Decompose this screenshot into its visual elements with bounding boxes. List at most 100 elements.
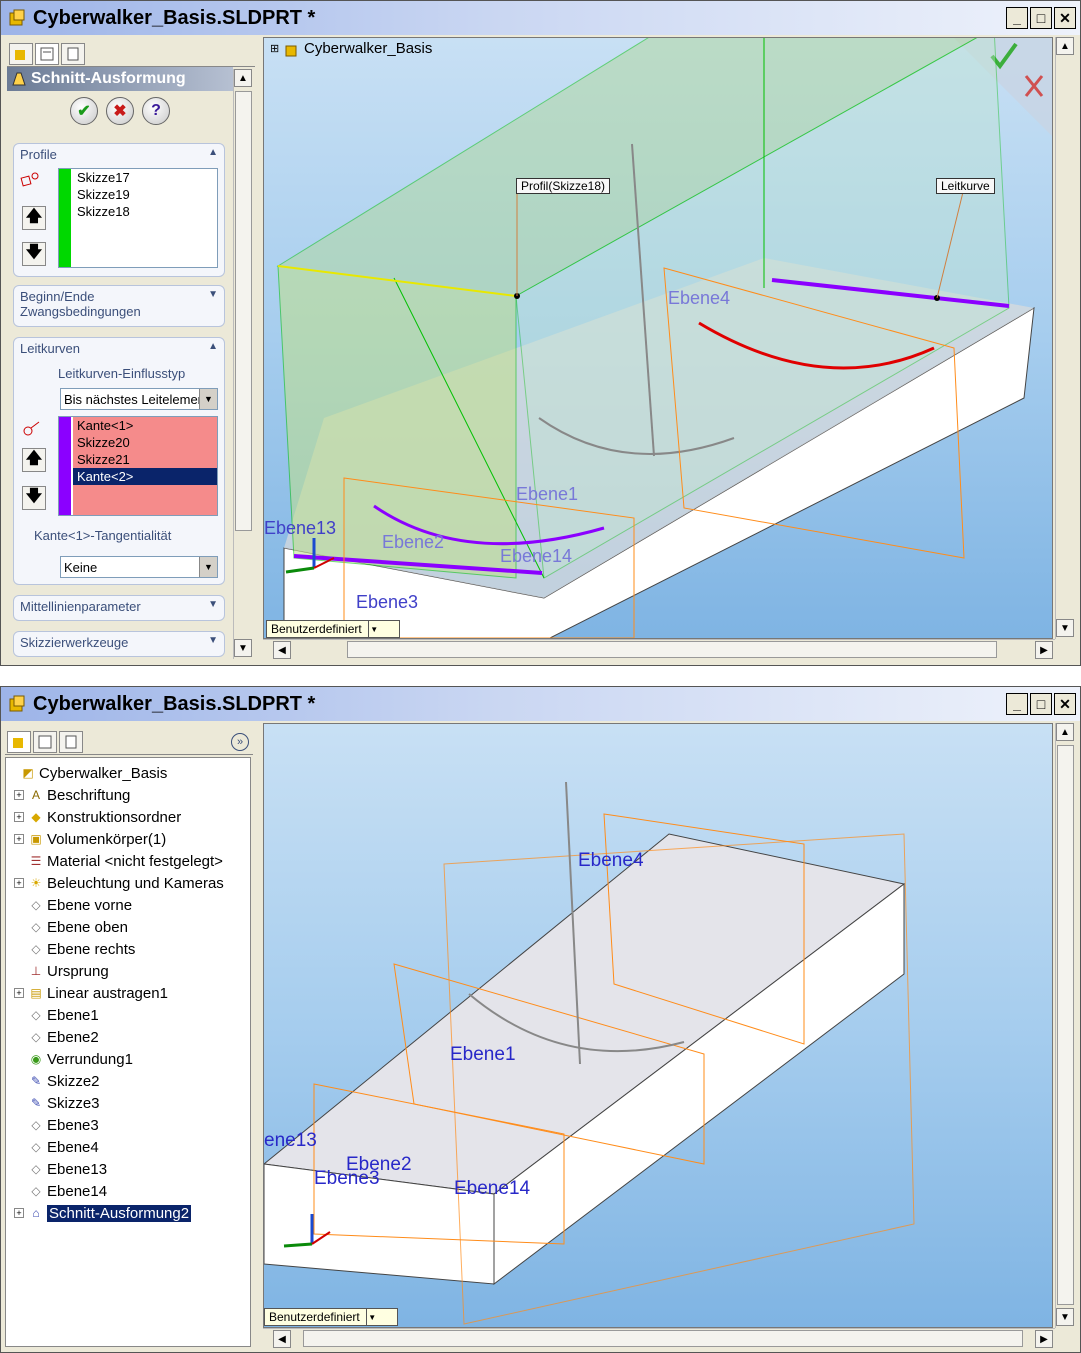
tree-root[interactable]: ◩ Cyberwalker_Basis — [6, 762, 167, 784]
viewport-vscroll[interactable]: ▲ ▼ — [1055, 723, 1075, 1328]
profile-callout[interactable]: Profil(Skizze18) — [516, 178, 611, 194]
move-down-button[interactable]: 🡇 — [22, 242, 46, 266]
scroll-up-button[interactable]: ▲ — [1056, 723, 1074, 741]
scroll-thumb[interactable] — [303, 1330, 1023, 1347]
ok-button[interactable]: ✔ — [70, 97, 98, 125]
list-item[interactable]: Skizze18 — [73, 203, 130, 220]
maximize-button[interactable]: □ — [1030, 693, 1052, 715]
guide-curves-header[interactable]: Leitkurven ▲ — [14, 338, 224, 359]
model-view[interactable] — [264, 724, 1053, 1328]
expander-icon[interactable]: ⊞ — [270, 42, 279, 55]
scroll-up-button[interactable]: ▲ — [234, 69, 252, 87]
expand-icon[interactable]: + — [14, 812, 24, 822]
viewport-hscroll[interactable]: ◀ ▶ — [263, 639, 1055, 659]
tree-item[interactable]: ◇ Ebene2 — [6, 1026, 98, 1048]
feature-manager-tab[interactable] — [9, 42, 33, 65]
configuration-manager-tab[interactable] — [59, 730, 83, 753]
panel-scrollbar[interactable]: ▲ ▼ — [233, 69, 253, 659]
expand-icon[interactable]: + — [14, 790, 24, 800]
view-orientation-select[interactable]: Benutzerdefiniert ▼ — [264, 1308, 398, 1326]
close-button[interactable]: ✕ — [1054, 7, 1076, 29]
tree-item[interactable]: ✎ Skizze3 — [6, 1092, 100, 1114]
scroll-thumb[interactable] — [347, 641, 997, 658]
scroll-up-button[interactable]: ▲ — [1056, 37, 1074, 55]
viewport-hscroll[interactable]: ◀ ▶ — [263, 1328, 1055, 1348]
tree-item[interactable]: ◇ Ebene14 — [6, 1180, 107, 1202]
tree-item[interactable]: + ☀ Beleuchtung und Kameras — [6, 872, 224, 894]
tree-item[interactable]: ◇ Ebene13 — [6, 1158, 107, 1180]
tree-item-label: Beleuchtung und Kameras — [47, 874, 224, 892]
expand-icon[interactable]: + — [14, 878, 24, 888]
scroll-left-button[interactable]: ◀ — [273, 1330, 291, 1348]
viewport-tree-root[interactable]: Cyberwalker_Basis — [304, 40, 432, 57]
scroll-right-button[interactable]: ▶ — [1035, 641, 1053, 659]
viewport-vscroll[interactable]: ▲ ▼ — [1055, 37, 1075, 639]
maximize-button[interactable]: □ — [1030, 7, 1052, 29]
tree-item[interactable]: ◉ Verrundung1 — [6, 1048, 133, 1070]
plane-icon: ◇ — [31, 920, 41, 934]
tree-item[interactable]: ◇ Ebene3 — [6, 1114, 98, 1136]
scroll-thumb[interactable] — [235, 91, 252, 531]
list-item[interactable]: Skizze20 — [73, 434, 217, 451]
centerline-group[interactable]: Mittellinienparameter ▼ — [13, 595, 225, 621]
move-up-button[interactable]: 🡅 — [22, 448, 46, 472]
start-end-group[interactable]: Beginn/Ende Zwangsbedingungen ▼ — [13, 285, 225, 327]
property-manager-tab[interactable] — [33, 730, 57, 753]
expand-panel-icon[interactable]: » — [231, 733, 249, 751]
plane-icon: ◇ — [31, 1118, 41, 1132]
plane-icon: ◇ — [31, 1030, 41, 1044]
tangency-select[interactable]: Keine ▼ — [60, 556, 218, 578]
list-item[interactable]: Skizze17 — [73, 169, 130, 186]
graphics-viewport[interactable]: Ebene4 Ebene1 ene13 Ebene2 Ebene3 Ebene1… — [263, 723, 1053, 1328]
tree-item[interactable]: + ◆ Konstruktionsordner — [6, 806, 181, 828]
tree-item[interactable]: ☰ Material <nicht festgelegt> — [6, 850, 223, 872]
expand-icon[interactable]: + — [14, 988, 24, 998]
tree-item[interactable]: ◇ Ebene rechts — [6, 938, 135, 960]
help-button[interactable]: ? — [142, 97, 170, 125]
scroll-left-button[interactable]: ◀ — [273, 641, 291, 659]
tree-item-label: Konstruktionsordner — [47, 808, 182, 826]
guide-curve-callout[interactable]: Leitkurve — [936, 178, 995, 194]
tree-item[interactable]: ◇ Ebene4 — [6, 1136, 99, 1158]
configuration-manager-tab[interactable] — [61, 42, 85, 65]
list-item[interactable]: Kante<1> — [73, 417, 217, 434]
sketch-tools-group[interactable]: Skizzierwerkzeuge ▼ — [13, 631, 225, 657]
tree-item[interactable]: ◇ Ebene vorne — [6, 894, 132, 916]
move-up-button[interactable]: 🡅 — [22, 206, 46, 230]
profile-group-header[interactable]: Profile ▲ — [14, 144, 224, 165]
graphics-viewport[interactable]: Profil(Skizze18) Leitkurve Ebene4 Ebene1… — [263, 37, 1053, 639]
scroll-down-button[interactable]: ▼ — [1056, 1308, 1074, 1326]
close-button[interactable]: ✕ — [1054, 693, 1076, 715]
tree-item[interactable]: + ▣ Volumenkörper(1) — [6, 828, 166, 850]
list-item[interactable]: Skizze21 — [73, 451, 217, 468]
scroll-down-button[interactable]: ▼ — [1056, 619, 1074, 637]
minimize-button[interactable]: _ — [1006, 693, 1028, 715]
tree-item-label: Ebene4 — [47, 1138, 99, 1156]
feature-manager-tab[interactable] — [7, 730, 31, 753]
influence-type-select[interactable]: Bis nächstes Leitelement ▼ — [60, 388, 218, 410]
collapse-icon: ▲ — [208, 147, 218, 158]
part-icon: ◩ — [22, 766, 34, 780]
guide-curves-list[interactable]: Kante<1> Skizze20 Skizze21 Kante<2> — [58, 416, 218, 516]
cancel-button[interactable]: ✖ — [106, 97, 134, 125]
profile-list[interactable]: Skizze17 Skizze19 Skizze18 — [58, 168, 218, 268]
tree-item[interactable]: ✎ Skizze2 — [6, 1070, 100, 1092]
tree-item[interactable]: ◇ Ebene oben — [6, 916, 128, 938]
scroll-right-button[interactable]: ▶ — [1035, 1330, 1053, 1348]
tree-item[interactable]: + ⌂ Schnitt-Ausformung2 — [6, 1202, 192, 1224]
scroll-down-button[interactable]: ▼ — [234, 639, 252, 657]
list-item-selected[interactable]: Kante<2> — [73, 468, 217, 485]
list-item[interactable]: Skizze19 — [73, 186, 130, 203]
tree-item[interactable]: ◇ Ebene1 — [6, 1004, 98, 1026]
expand-icon[interactable]: + — [14, 1208, 24, 1218]
scroll-thumb[interactable] — [1057, 745, 1074, 1305]
tree-item[interactable]: + A Beschriftung — [6, 784, 130, 806]
tree-item[interactable]: ⊥ Ursprung — [6, 960, 109, 982]
minimize-button[interactable]: _ — [1006, 7, 1028, 29]
tree-item-label: Ebene vorne — [47, 896, 133, 914]
expand-icon[interactable]: + — [14, 834, 24, 844]
tree-item[interactable]: + ▤ Linear austragen1 — [6, 982, 168, 1004]
property-manager-tab[interactable] — [35, 42, 59, 65]
move-down-button[interactable]: 🡇 — [22, 486, 46, 510]
view-orientation-select[interactable]: Benutzerdefiniert ▼ — [266, 620, 400, 638]
